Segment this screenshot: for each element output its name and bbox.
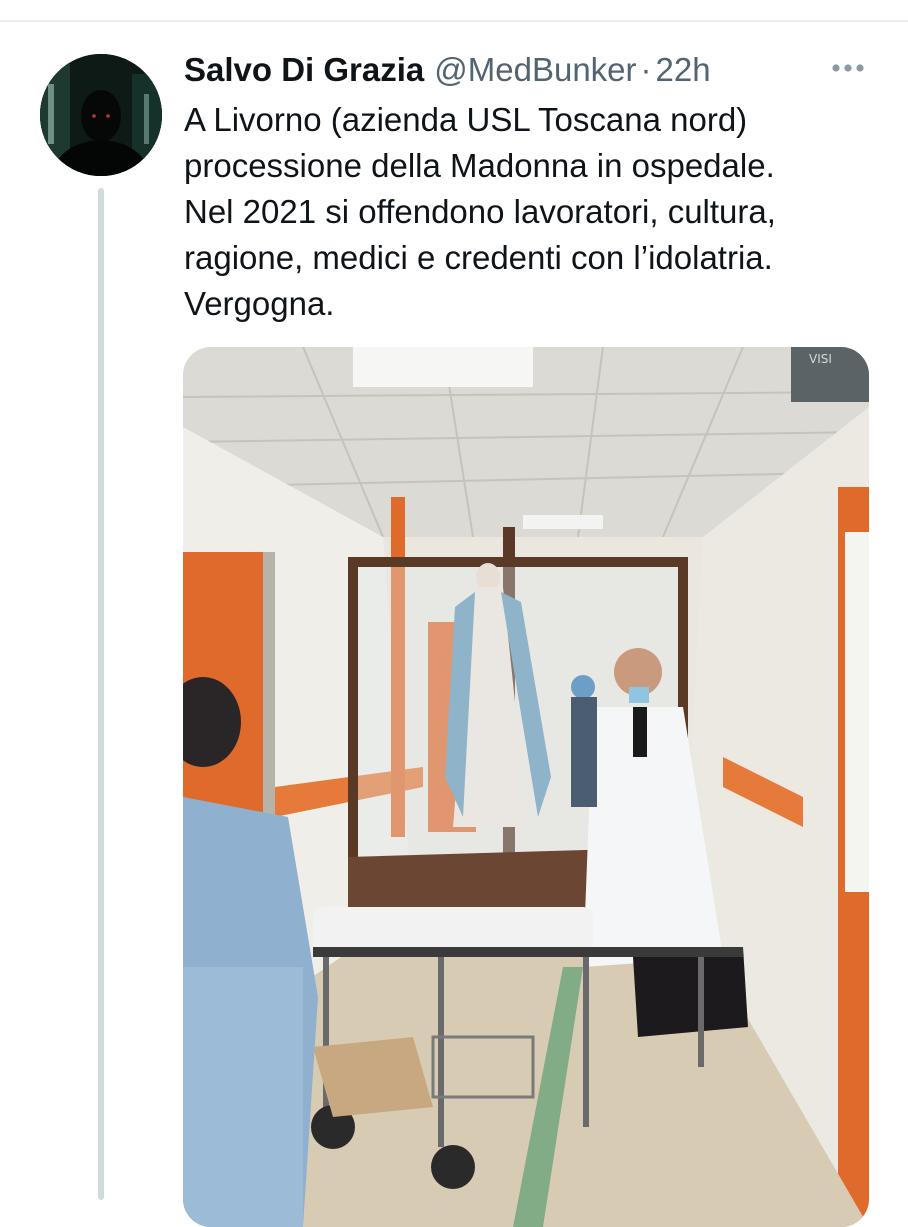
- timestamp[interactable]: 22h: [656, 51, 711, 88]
- tweet-text-line: processione della Madonna in ospedale.: [184, 147, 775, 184]
- user-handle[interactable]: @MedBunker: [434, 51, 636, 88]
- top-divider: [0, 20, 908, 22]
- wall-sign-text: VISI: [809, 352, 832, 366]
- display-name[interactable]: Salvo Di Grazia: [184, 51, 424, 88]
- thread-connector-line: [98, 188, 104, 1200]
- tweet-text-line: Vergogna.: [184, 285, 335, 322]
- avatar[interactable]: [40, 54, 162, 176]
- tweet-text-line: ragione, medici e credenti con l’idolatr…: [184, 239, 773, 276]
- more-horizontal-icon: [832, 64, 864, 72]
- tweet-photo[interactable]: VISI: [183, 347, 869, 1227]
- hospital-procession-photo: VISI: [183, 347, 869, 1227]
- separator-dot: ·: [640, 51, 652, 88]
- more-options-button[interactable]: [824, 50, 872, 86]
- tweet-text-line: Nel 2021 si offendono lavoratori, cultur…: [184, 193, 776, 230]
- tweet-text-line: A Livorno (azienda USL Toscana nord): [184, 101, 748, 138]
- tweet-header: Salvo Di Grazia @MedBunker · 22h: [184, 48, 711, 92]
- avatar-image: [40, 54, 162, 176]
- tweet-text: A Livorno (azienda USL Toscana nord) pro…: [184, 97, 884, 327]
